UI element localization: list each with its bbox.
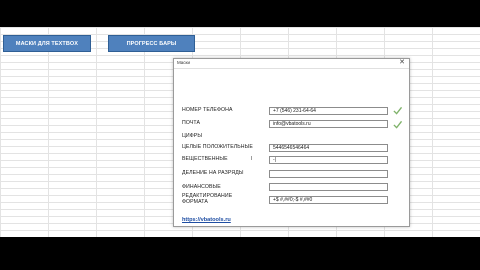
integers-label: ЦЕЛЫЕ ПОЛОЖИТЕЛЬНЫЕ bbox=[182, 144, 253, 150]
checkmark-icon bbox=[393, 106, 402, 115]
phone-field[interactable]: +7 (546) 231-64-64 bbox=[269, 107, 388, 115]
real-numbers-field[interactable]: -| bbox=[269, 156, 388, 164]
progress-bars-button[interactable]: ПРОГРЕСС БАРЫ bbox=[108, 35, 195, 52]
email-label: ПОЧТА bbox=[182, 120, 201, 126]
masks-dialog: Маски ✕ НОМЕР ТЕЛЕФОНА +7 (546) 231-64-6… bbox=[173, 58, 410, 227]
close-icon[interactable]: ✕ bbox=[399, 59, 405, 67]
integers-field[interactable]: 5446546546464 bbox=[269, 144, 388, 152]
spreadsheet-grid[interactable]: МАСКИ ДЛЯ TEXTBOX ПРОГРЕСС БАРЫ Маски ✕ … bbox=[0, 27, 480, 237]
real-numbers-label: ВЕЩЕСТВЕННЫЕ bbox=[182, 156, 228, 162]
thousands-separator-field[interactable] bbox=[269, 170, 388, 178]
thousands-separator-label: ДЕЛЕНИЕ НА РАЗРЯДЫ bbox=[182, 170, 244, 176]
format-edit-label-line2: ФОРМАТА bbox=[182, 199, 208, 205]
phone-label: НОМЕР ТЕЛЕФОНА bbox=[182, 107, 233, 113]
email-field[interactable]: info@vbatools.ru bbox=[269, 120, 388, 128]
text-cursor-icon: I bbox=[251, 156, 253, 162]
digits-heading: ЦИФРЫ bbox=[182, 133, 203, 139]
format-edit-field[interactable]: +$ #,##0;-$ #,##0 bbox=[269, 196, 388, 204]
checkmark-icon bbox=[393, 120, 402, 129]
dialog-title: Маски bbox=[177, 60, 191, 65]
textbox-masks-button[interactable]: МАСКИ ДЛЯ TEXTBOX bbox=[3, 35, 91, 52]
financial-field[interactable] bbox=[269, 183, 388, 191]
vbatools-link[interactable]: https://vbatools.ru bbox=[182, 217, 231, 223]
financial-label: ФИНАНСОВЫЕ bbox=[182, 184, 221, 190]
dialog-titlebar[interactable]: Маски ✕ bbox=[174, 59, 409, 69]
